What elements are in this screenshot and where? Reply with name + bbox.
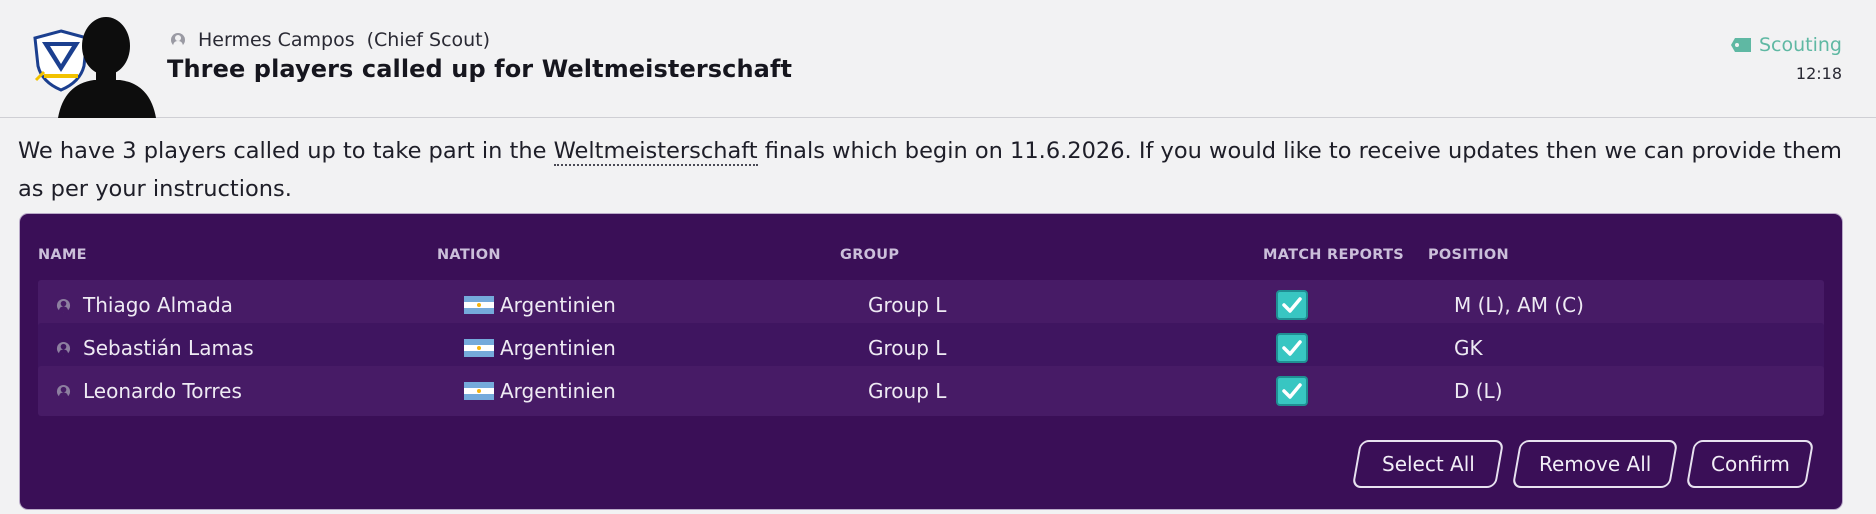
argentina-flag-icon	[464, 382, 494, 400]
table-row[interactable]: Leonardo Torres Argentinien Group L D (L…	[38, 366, 1824, 416]
message-time: 12:18	[1795, 64, 1842, 83]
message-body: We have 3 players called up to take part…	[18, 132, 1858, 208]
column-header-match-reports[interactable]: MATCH REPORTS	[1263, 247, 1404, 263]
argentina-flag-icon	[464, 296, 494, 314]
players-panel: NAME NATION GROUP MATCH REPORTS POSITION…	[20, 214, 1842, 509]
category-label: Scouting	[1730, 34, 1842, 56]
scout-portrait-avatar[interactable]	[56, 10, 158, 118]
remove-all-button[interactable]: Remove All	[1511, 440, 1679, 488]
match-reports-checkbox[interactable]	[1276, 333, 1308, 363]
checkmark-icon	[1282, 383, 1302, 399]
column-header-group[interactable]: GROUP	[840, 247, 899, 263]
message-header: Hermes Campos (Chief Scout) Three player…	[0, 0, 1876, 118]
message-title: Three players called up for Weltmeisters…	[167, 55, 793, 83]
player-name-cell: Leonardo Torres	[56, 366, 242, 416]
sender-row: Hermes Campos (Chief Scout)	[170, 28, 490, 52]
person-icon	[56, 298, 71, 312]
argentina-flag-icon	[464, 339, 494, 357]
group-cell: Group L	[868, 379, 947, 403]
match-reports-checkbox[interactable]	[1276, 376, 1308, 406]
checkmark-icon	[1282, 297, 1302, 313]
select-all-button[interactable]: Select All	[1351, 440, 1505, 488]
column-header-nation[interactable]: NATION	[437, 247, 501, 263]
select-all-label: Select All	[1381, 452, 1475, 476]
player-name[interactable]: Thiago Almada	[83, 293, 233, 317]
remove-all-label: Remove All	[1538, 452, 1652, 476]
person-icon	[56, 341, 71, 355]
nation-name[interactable]: Argentinien	[500, 336, 616, 360]
player-name[interactable]: Leonardo Torres	[83, 379, 242, 403]
match-reports-checkbox[interactable]	[1276, 290, 1308, 320]
nation-cell: Argentinien	[464, 366, 616, 416]
tag-icon	[1730, 38, 1751, 52]
person-icon	[56, 384, 71, 398]
body-text-start: We have 3 players called up to take part…	[18, 138, 554, 164]
person-icon	[171, 33, 185, 47]
position-cell: D (L)	[1454, 379, 1503, 403]
player-name[interactable]: Sebastián Lamas	[83, 336, 254, 360]
column-header-position[interactable]: POSITION	[1428, 247, 1509, 263]
column-header-name[interactable]: NAME	[38, 247, 87, 263]
sender-name[interactable]: Hermes Campos	[198, 29, 355, 51]
confirm-label: Confirm	[1710, 452, 1790, 476]
nation-name[interactable]: Argentinien	[500, 379, 616, 403]
competition-link[interactable]: Weltmeisterschaft	[553, 138, 758, 166]
confirm-button[interactable]: Confirm	[1685, 440, 1815, 488]
category-text: Scouting	[1758, 34, 1842, 56]
sender-role: (Chief Scout)	[366, 29, 491, 51]
checkmark-icon	[1282, 340, 1302, 356]
nation-name[interactable]: Argentinien	[500, 293, 616, 317]
